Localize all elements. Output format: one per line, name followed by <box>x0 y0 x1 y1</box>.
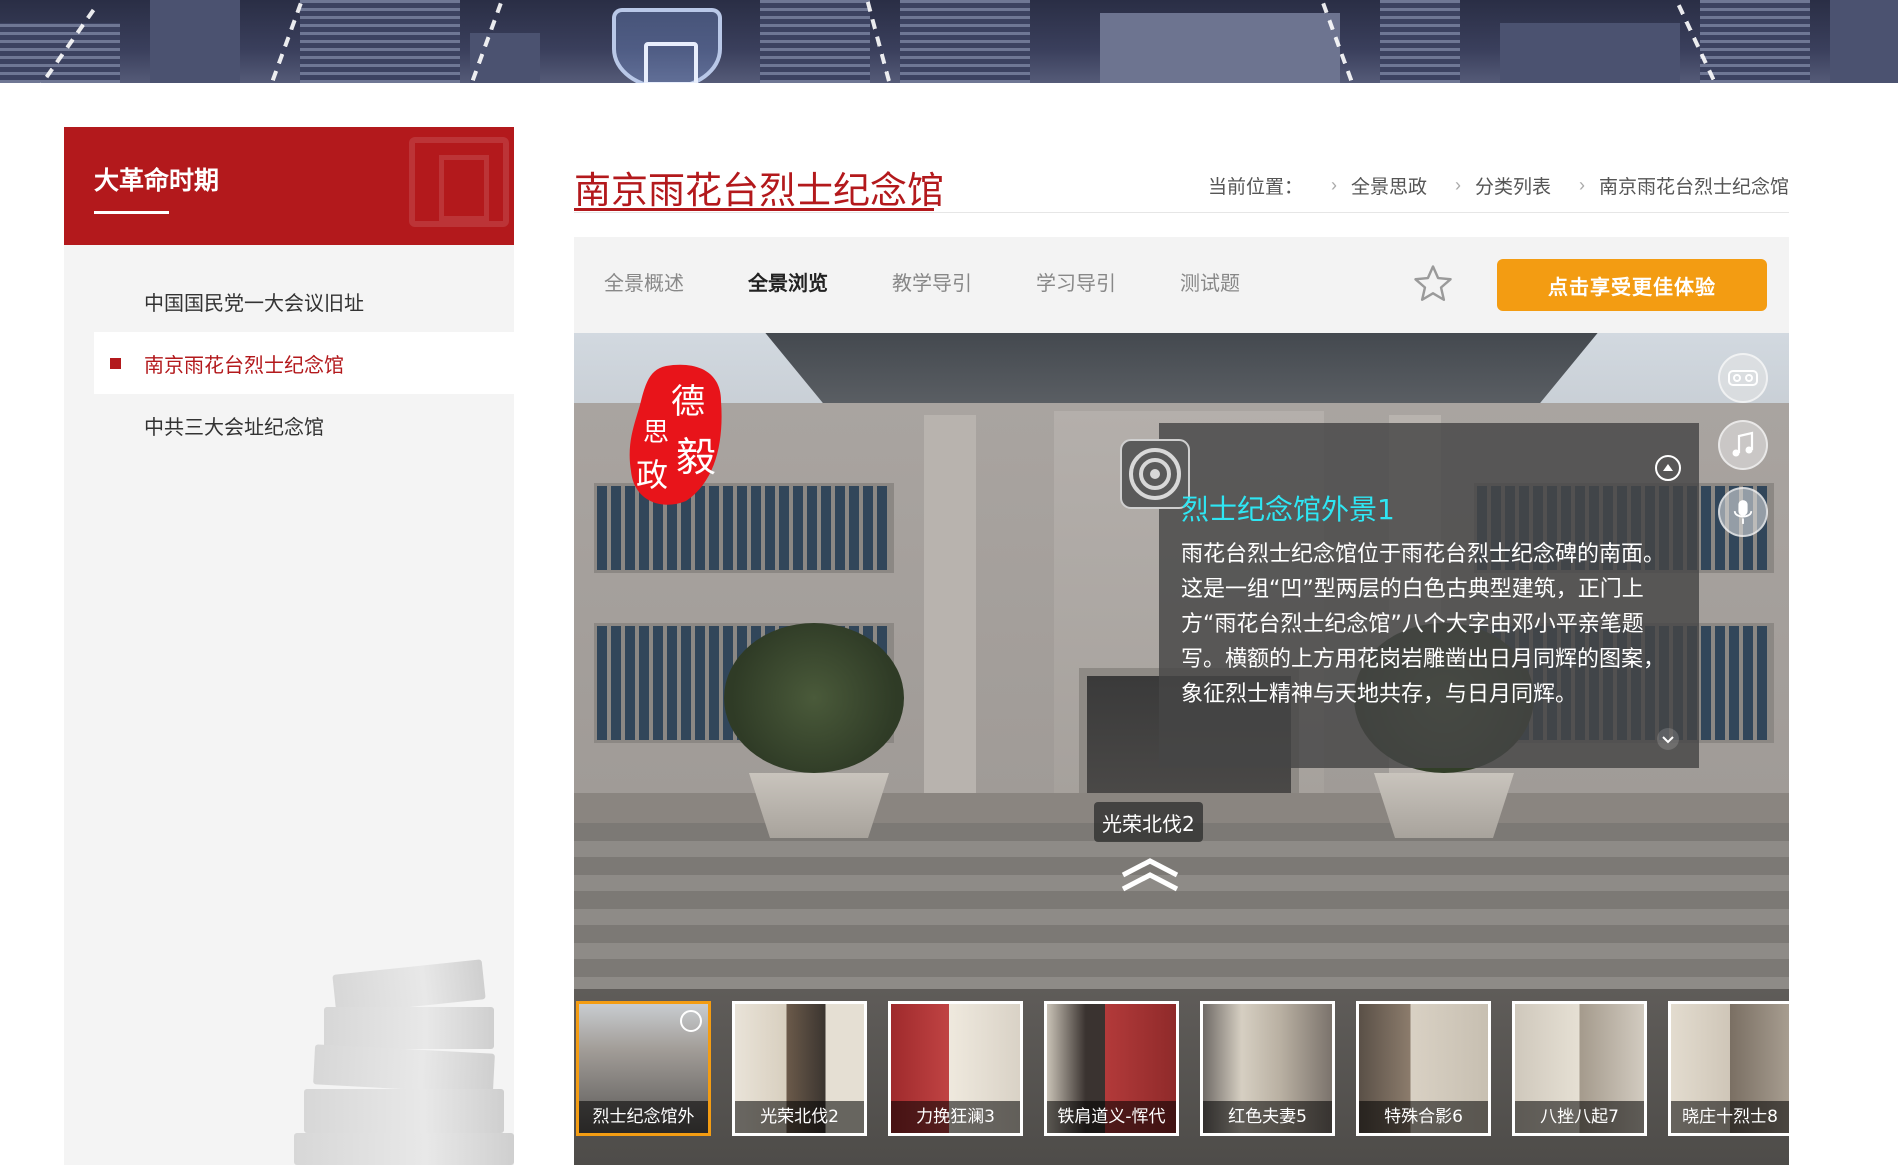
breadcrumb-label: 当前位置： <box>1207 177 1303 198</box>
sidebar-header: 大革命时期 <box>64 127 514 245</box>
svg-text:德: 德 <box>671 382 705 422</box>
thumbnail-label: 铁肩道义-恽代 <box>1047 1101 1176 1133</box>
sidebar-title-underline <box>94 211 169 214</box>
scene-thumbnail[interactable]: 力挽狂澜3 <box>888 1001 1023 1136</box>
shield-logo-icon <box>612 8 722 83</box>
header-divider <box>574 212 1789 213</box>
svg-text:毅: 毅 <box>676 435 716 481</box>
chevron-right-icon: › <box>1578 175 1585 195</box>
scene-thumbnail[interactable]: 铁肩道义-恽代 <box>1044 1001 1179 1136</box>
thumbnail-label: 光荣北伐2 <box>735 1101 864 1133</box>
scene-thumbnail-strip: 烈士纪念馆外 光荣北伐2 力挽狂澜3 铁肩道义-恽代 红色夫妻5 特殊合影6 八… <box>574 991 1789 1165</box>
scene-info-title: 烈士纪念馆外景1 <box>1181 493 1395 526</box>
tab-study-guide[interactable]: 学习导引 <box>1036 267 1116 296</box>
sidebar-item-kmt-congress-site[interactable]: 中国国民党一大会议旧址 <box>94 270 514 332</box>
thumbnail-label: 红色夫妻5 <box>1203 1101 1332 1133</box>
books-decoration-icon <box>294 827 514 1165</box>
top-banner <box>0 0 1898 83</box>
book-decoration-icon <box>409 137 509 227</box>
thumbnail-label: 烈士纪念馆外 <box>579 1101 708 1133</box>
better-experience-button[interactable]: 点击享受更佳体验 <box>1497 259 1767 311</box>
scene-info-panel: 烈士纪念馆外景1 雨花台烈士纪念馆位于雨花台烈士纪念碑的南面。这是一组“凹”型两… <box>1120 423 1699 768</box>
chevron-right-icon: › <box>1454 175 1461 195</box>
star-icon[interactable] <box>1412 263 1454 305</box>
sidebar-item-yuhuatai-memorial[interactable]: 南京雨花台烈士纪念馆 <box>94 332 514 394</box>
sidebar-title: 大革命时期 <box>94 167 220 195</box>
sidebar: 大革命时期 中国国民党一大会议旧址 南京雨花台烈士纪念馆 中共三大会址纪念馆 <box>64 127 514 1165</box>
breadcrumb-item-category-list[interactable]: 分类列表 <box>1475 172 1551 199</box>
svg-text:政: 政 <box>636 456 668 494</box>
tab-bar: 全景概述 全景浏览 教学导引 学习导引 测试题 点击享受更佳体验 <box>574 237 1789 333</box>
sidebar-item-label: 南京雨花台烈士纪念馆 <box>144 352 344 377</box>
thumbnail-label: 特殊合影6 <box>1359 1101 1488 1133</box>
check-circle-icon <box>680 1010 702 1032</box>
scene-thumbnail[interactable]: 八挫八起7 <box>1512 1001 1647 1136</box>
music-icon[interactable] <box>1718 420 1768 470</box>
title-underline <box>574 208 934 211</box>
thumbnail-label: 力挽狂澜3 <box>891 1101 1020 1133</box>
active-bullet-icon <box>110 358 121 369</box>
sidebar-item-label: 中国国民党一大会议旧址 <box>144 290 364 315</box>
thumbnail-label: 晓庄十烈士8 <box>1671 1101 1789 1133</box>
microphone-icon[interactable] <box>1718 487 1768 537</box>
page-title: 南京雨花台烈士纪念馆 <box>574 170 944 211</box>
sidebar-item-label: 中共三大会址纪念馆 <box>144 414 324 439</box>
sidebar-item-third-congress-memorial[interactable]: 中共三大会址纪念馆 <box>94 394 514 456</box>
collapse-up-icon[interactable] <box>1655 455 1681 481</box>
scroll-down-icon[interactable] <box>1657 728 1679 750</box>
tab-quiz[interactable]: 测试题 <box>1180 267 1240 296</box>
scene-info-text: 雨花台烈士纪念馆位于雨花台烈士纪念碑的南面。这是一组“凹”型两层的白色古典型建筑… <box>1181 542 1666 707</box>
scene-thumbnail[interactable]: 红色夫妻5 <box>1200 1001 1335 1136</box>
scene-thumbnail[interactable]: 光荣北伐2 <box>732 1001 867 1136</box>
vr-glasses-icon[interactable] <box>1718 353 1768 403</box>
panorama-viewer[interactable]: 德 思 政 毅 烈士纪念馆外景1 雨花台烈士纪念馆位于雨花台烈士纪念碑的南面。这… <box>574 333 1789 1165</box>
breadcrumb: 当前位置： › 全景思政 › 分类列表 › 南京雨花台烈士纪念馆 <box>1208 172 1789 199</box>
breadcrumb-item-current: 南京雨花台烈士纪念馆 <box>1598 177 1789 198</box>
breadcrumb-item-panorama[interactable]: 全景思政 <box>1351 172 1427 199</box>
tab-browse[interactable]: 全景浏览 <box>748 267 828 296</box>
hotspot-label[interactable]: 光荣北伐2 <box>1094 802 1203 842</box>
scene-thumbnail[interactable]: 烈士纪念馆外 <box>576 1001 711 1136</box>
ideology-seal-logo-icon: 德 思 政 毅 <box>629 364 722 505</box>
chevron-right-icon: › <box>1330 175 1337 195</box>
thumbnail-label: 八挫八起7 <box>1515 1101 1644 1133</box>
scene-thumbnail[interactable]: 晓庄十烈士8 <box>1668 1001 1789 1136</box>
tab-teaching-guide[interactable]: 教学导引 <box>892 267 972 296</box>
chevron-up-double-icon[interactable] <box>1119 855 1181 895</box>
scene-thumbnail[interactable]: 特殊合影6 <box>1356 1001 1491 1136</box>
tab-overview[interactable]: 全景概述 <box>604 267 684 296</box>
svg-text:思: 思 <box>643 418 669 448</box>
